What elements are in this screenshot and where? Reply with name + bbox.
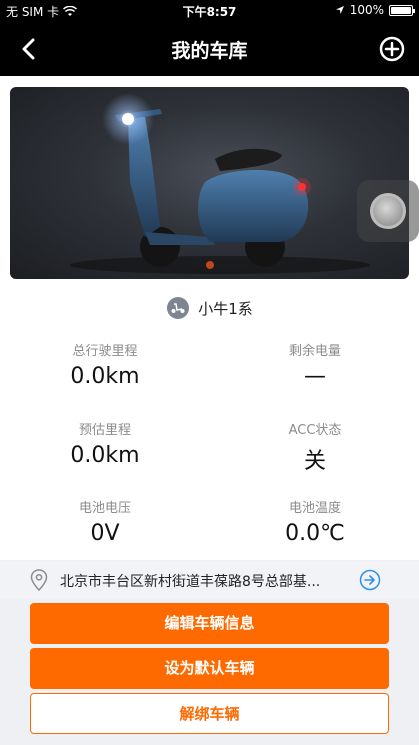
stat-battery-voltage: 电池电压 0V	[30, 497, 180, 546]
stat-value: 0.0℃	[285, 521, 345, 546]
stat-value: —	[304, 364, 326, 389]
location-row[interactable]: 北京市丰台区新村街道丰葆路8号总部基...	[0, 561, 419, 599]
stat-value: 0.0km	[70, 443, 140, 468]
status-bar: 无 SIM 卡 下午8:57 100%	[0, 0, 419, 22]
vehicle-info-panel: 小牛1系 总行驶里程 0.0km 剩余电量 — 预估里程 0.0km ACC状态…	[0, 288, 419, 560]
location-pin-icon	[30, 569, 48, 591]
stat-value: 0V	[90, 521, 120, 546]
stat-label: ACC状态	[288, 423, 342, 438]
add-vehicle-button[interactable]	[377, 34, 407, 64]
scooter-image	[10, 87, 409, 279]
stat-acc-status: ACC状态 关	[240, 419, 390, 475]
page-title: 我的车库	[171, 40, 248, 62]
stat-label: 电池温度	[288, 501, 341, 516]
vehicle-model-name: 小牛1系	[198, 299, 253, 318]
battery-icon	[389, 4, 415, 16]
stat-label: 预估里程	[78, 423, 131, 438]
stat-label: 总行驶里程	[72, 344, 138, 359]
location-arrow-icon	[335, 6, 344, 14]
scooter-icon	[167, 297, 190, 319]
location-address: 北京市丰台区新村街道丰葆路8号总部基...	[60, 574, 321, 590]
battery-fill	[391, 6, 411, 14]
assistive-touch-knob	[370, 193, 406, 229]
set-default-button[interactable]: 设为默认车辆	[30, 648, 389, 689]
stat-value: 关	[303, 449, 326, 474]
stat-value: 0.0km	[70, 364, 140, 389]
arrow-right-circle-icon[interactable]	[359, 569, 381, 591]
stat-estimated-range: 预估里程 0.0km	[30, 419, 180, 468]
stat-label: 剩余电量	[288, 344, 341, 359]
battery-percent: 100%	[349, 3, 384, 17]
stat-label: 电池电压	[78, 501, 131, 516]
assistive-touch-button[interactable]	[357, 180, 419, 242]
vehicle-model: 小牛1系	[0, 296, 419, 320]
stat-total-mileage: 总行驶里程 0.0km	[30, 340, 180, 389]
hero-section	[0, 76, 419, 288]
unbind-vehicle-button[interactable]: 解绑车辆	[30, 693, 389, 734]
nav-bar: 我的车库	[0, 22, 419, 76]
edit-vehicle-button[interactable]: 编辑车辆信息	[30, 603, 389, 644]
stat-remaining-battery: 剩余电量 —	[240, 340, 390, 389]
stat-battery-temp: 电池温度 0.0℃	[240, 497, 390, 546]
scooter-illustration	[70, 93, 370, 274]
